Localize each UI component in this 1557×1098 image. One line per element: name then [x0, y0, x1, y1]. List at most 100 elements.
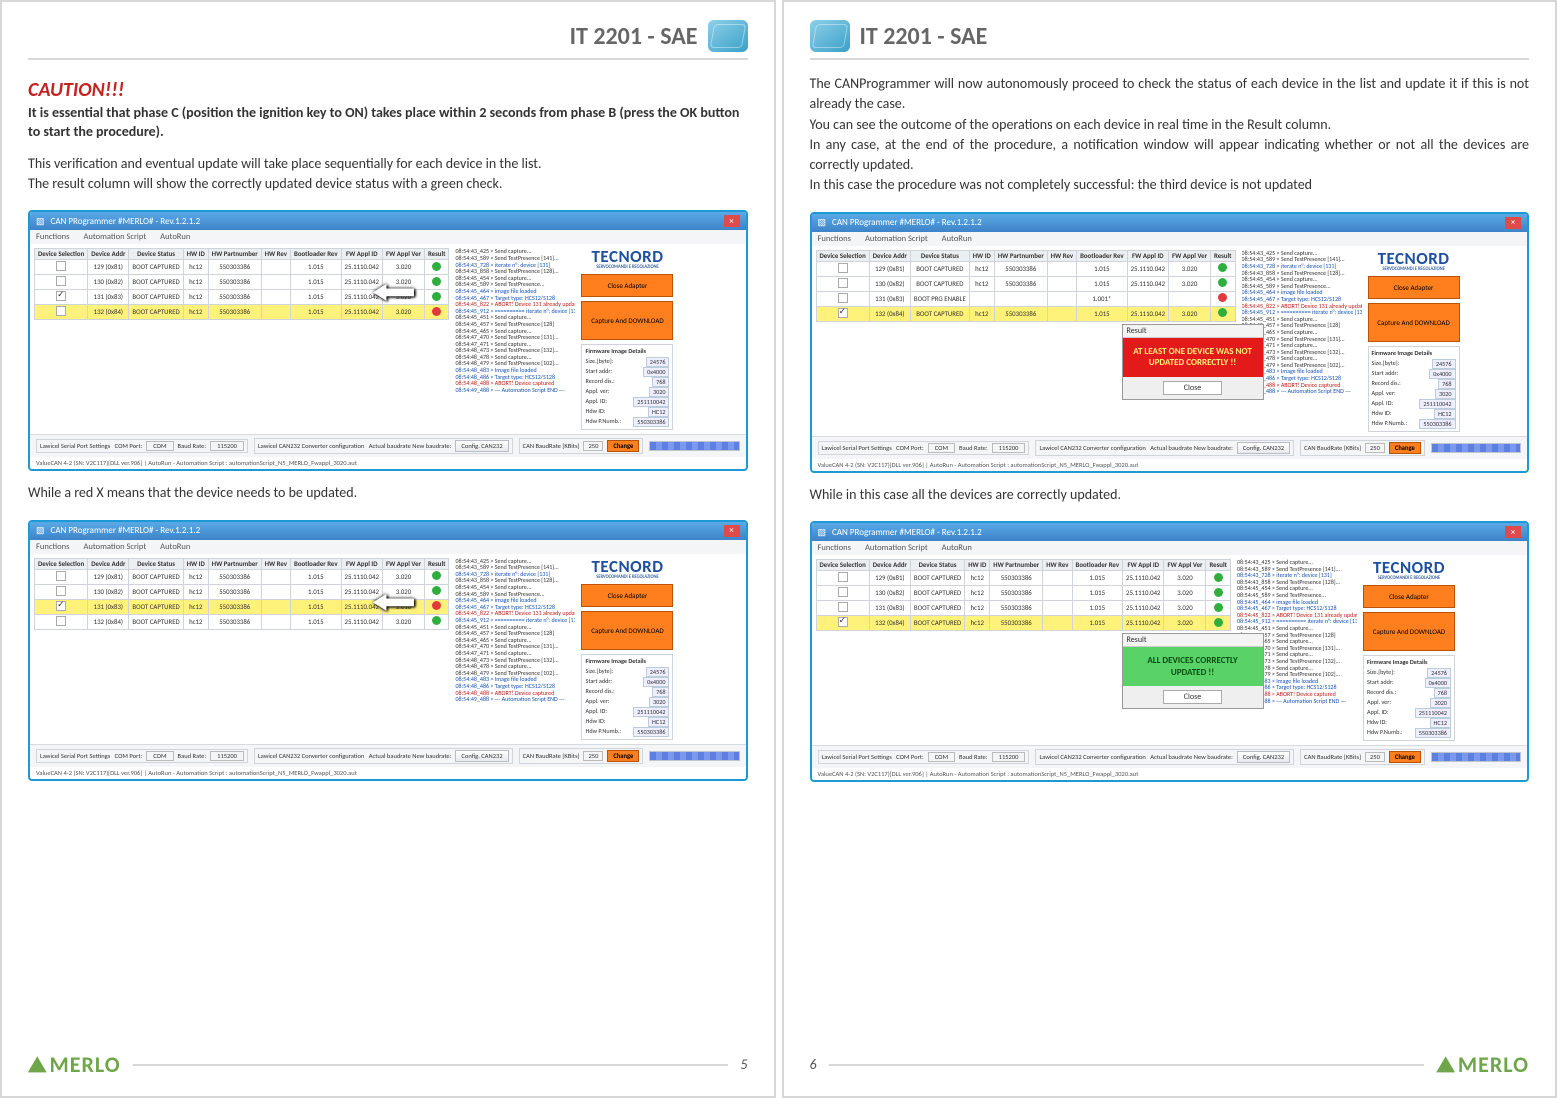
log-line: 08:54:45_451 > Send capture...	[1242, 316, 1362, 323]
checkbox-icon[interactable]	[56, 616, 66, 626]
checkbox-icon[interactable]	[56, 601, 66, 611]
page-number: 5	[740, 1056, 747, 1073]
tecnord-logo: TECNORD SERVOCOMANDI E REGOLAZIONE	[581, 558, 673, 580]
serial-settings: Lawicel Serial Port Settings COM Port: C…	[818, 750, 1030, 764]
log-line: 08:54:43_425 > Send capture...	[455, 248, 575, 255]
app-icon: ▧	[818, 527, 827, 538]
log-line: 08:54:43_728 > iterate n°: device [131]	[455, 262, 575, 269]
paragraph: While in this case all the devices are c…	[810, 485, 1530, 505]
column-header: Device Selection	[35, 558, 88, 569]
check-icon	[432, 262, 441, 271]
capture-download-button[interactable]: Capture And DOWNLOAD	[1368, 303, 1460, 342]
menu-item[interactable]: Functions	[818, 543, 851, 553]
doc-title: IT 2201 - SAE	[860, 22, 988, 51]
menu-item[interactable]: Automation Script	[865, 234, 928, 244]
checkbox-icon[interactable]	[838, 572, 848, 582]
menu-item[interactable]: Automation Script	[83, 542, 146, 552]
checkbox-icon[interactable]	[838, 263, 848, 273]
menu-item[interactable]: AutoRun	[160, 542, 190, 552]
log-line: 08:54:47_471 > Send capture...	[455, 650, 575, 657]
checkbox-icon[interactable]	[56, 276, 66, 286]
capture-download-button[interactable]: Capture And DOWNLOAD	[581, 301, 673, 340]
menu-item[interactable]: AutoRun	[942, 543, 972, 553]
menu-item[interactable]: Automation Script	[83, 232, 146, 242]
menu-item[interactable]: Functions	[36, 542, 69, 552]
close-icon[interactable]: ×	[1505, 217, 1521, 229]
close-button[interactable]: Close	[1163, 690, 1222, 704]
column-header: Bootloader Rev	[291, 558, 342, 569]
log-line: 08:54:45_454 > Send capture...	[1242, 276, 1362, 283]
capture-download-button[interactable]: Capture And DOWNLOAD	[1363, 612, 1455, 651]
serial-settings: Lawicel Serial Port Settings COM Port: C…	[818, 441, 1030, 455]
checkbox-icon[interactable]	[56, 291, 66, 301]
log-line: 08:54:45_464 > image file loaded	[455, 288, 575, 295]
table-row: 132 (0x84)BOOT CAPTUREDhc12550303386 1.0…	[35, 305, 449, 320]
checkbox-icon[interactable]	[838, 587, 848, 597]
menu-item[interactable]: Functions	[36, 232, 69, 242]
screenshot-4: ▧ CAN PRogrammer #MERLO# - Rev.1.2.1.2 ×…	[810, 521, 1530, 782]
doc-badge-icon	[708, 20, 748, 52]
checkbox-icon[interactable]	[56, 571, 66, 581]
checkbox-icon[interactable]	[838, 308, 848, 318]
log-line: 08:54:45_454 > Send capture...	[455, 584, 575, 591]
checkbox-icon[interactable]	[56, 586, 66, 596]
progress-bar	[1431, 443, 1521, 453]
dialog-title: Result	[1123, 325, 1263, 338]
page-footer: 6 ⛰MERLO	[810, 1029, 1530, 1078]
checkbox-icon[interactable]	[838, 602, 848, 612]
check-icon	[432, 586, 441, 595]
column-header: Result	[424, 558, 449, 569]
device-table: Device SelectionDevice AddrDevice Status…	[816, 250, 1236, 322]
log-line: 08:54:45_457 > Send TestPresence [128]	[455, 321, 575, 328]
checkbox-icon[interactable]	[56, 306, 66, 316]
change-button[interactable]: Change	[1389, 751, 1421, 763]
checkbox-icon[interactable]	[838, 293, 848, 303]
table-row: 130 (0x82)BOOT CAPTUREDhc12550303386 1.0…	[35, 584, 449, 599]
table-row: 131 (0x83)BOOT CAPTUREDhc12550303386 1.0…	[816, 601, 1230, 616]
close-adapter-button[interactable]: Close Adapter	[581, 274, 673, 297]
log-line: 08:54:45_457 > Send TestPresence [128]	[455, 630, 575, 637]
close-adapter-button[interactable]: Close Adapter	[581, 584, 673, 607]
menu-item[interactable]: Automation Script	[865, 543, 928, 553]
change-button[interactable]: Change	[1389, 442, 1421, 454]
close-icon[interactable]: ×	[724, 215, 740, 227]
capture-download-button[interactable]: Capture And DOWNLOAD	[581, 611, 673, 650]
config-button[interactable]: Config. CAN232	[1237, 751, 1290, 763]
config-button[interactable]: Config. CAN232	[455, 750, 508, 762]
merlo-logo: ⛰MERLO	[1436, 1051, 1529, 1078]
log-line: 08:54:43_425 > Send capture...	[1237, 559, 1357, 566]
dialog-body: ALL DEVICES CORRECTLY UPDATED !!	[1123, 647, 1263, 686]
log-line: 08:54:45_912 > ========== iterate n°: de…	[455, 308, 575, 315]
config-button[interactable]: Config. CAN232	[1237, 442, 1290, 454]
checkbox-icon[interactable]	[56, 261, 66, 271]
config-button[interactable]: Config. CAN232	[455, 440, 508, 452]
close-icon[interactable]: ×	[724, 525, 740, 537]
column-header: HW ID	[969, 250, 994, 261]
status-bar: Lawicel Serial Port Settings COM Port: C…	[30, 744, 746, 767]
check-icon	[1218, 263, 1227, 272]
table-row: 132 (0x84)BOOT CAPTUREDhc12550303386 1.0…	[816, 306, 1235, 321]
menu-item[interactable]: Functions	[818, 234, 851, 244]
dialog-title: Result	[1123, 634, 1263, 647]
close-adapter-button[interactable]: Close Adapter	[1363, 585, 1455, 608]
log-line: 08:54:49_488 > --- Automation Script END…	[455, 696, 575, 703]
can-baudrate: CAN BaudRate [KBits] 250 Change	[519, 438, 644, 454]
table-row: 130 (0x82)BOOT CAPTUREDhc12550303386 1.0…	[816, 276, 1235, 291]
menu-item[interactable]: AutoRun	[160, 232, 190, 242]
menu-item[interactable]: AutoRun	[942, 234, 972, 244]
log-line: 08:54:49_488 > --- Automation Script END…	[455, 387, 575, 394]
change-button[interactable]: Change	[607, 440, 639, 452]
paragraph: The CANProgrammer will now autonomously …	[810, 74, 1530, 115]
change-button[interactable]: Change	[607, 750, 639, 762]
log-line: 08:54:45_589 > Send TestPresence...	[455, 591, 575, 598]
close-adapter-button[interactable]: Close Adapter	[1368, 276, 1460, 299]
serial-settings: Lawicel Serial Port Settings COM Port: C…	[36, 439, 248, 453]
device-table: Device SelectionDevice AddrDevice Status…	[34, 248, 449, 320]
close-icon[interactable]: ×	[1505, 526, 1521, 538]
checkbox-icon[interactable]	[838, 617, 848, 627]
column-header: HW ID	[965, 560, 990, 571]
table-row: 131 (0x83)BOOT CAPTUREDhc12550303386 1.0…	[35, 599, 449, 614]
checkbox-icon[interactable]	[838, 278, 848, 288]
close-button[interactable]: Close	[1163, 381, 1222, 395]
column-header: FW Appl ID	[1127, 250, 1168, 261]
